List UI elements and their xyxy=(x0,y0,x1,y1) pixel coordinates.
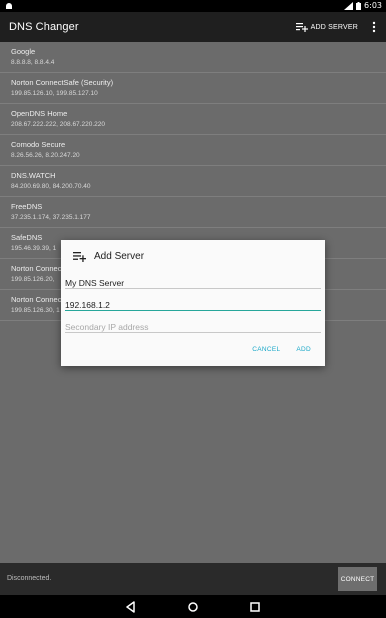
add-server-label: ADD SERVER xyxy=(310,23,358,31)
server-name: DNS.WATCH xyxy=(11,171,56,180)
signal-icon xyxy=(344,2,354,10)
home-icon[interactable] xyxy=(186,600,200,614)
battery-icon xyxy=(356,2,362,10)
server-name: SafeDNS xyxy=(11,233,43,242)
connection-bar: Disconnected. CONNECT xyxy=(0,563,386,595)
server-item-opendns-home[interactable]: OpenDNS Home 208.67.222.222, 208.67.220.… xyxy=(0,104,386,135)
field-underline-focused xyxy=(65,309,321,311)
dialog-actions: CANCEL ADD xyxy=(252,346,311,353)
server-ips: 84.200.69.80, 84.200.70.40 xyxy=(11,183,91,190)
field-underline xyxy=(65,288,321,289)
server-ips: 208.67.222.222, 208.67.220.220 xyxy=(11,121,105,128)
status-icons: 6:03 xyxy=(344,1,382,11)
status-time: 6:03 xyxy=(364,1,382,10)
secondary-ip-field xyxy=(65,317,321,334)
server-ips: 37.235.1.174, 37.235.1.177 xyxy=(11,214,91,221)
server-ips: 8.26.56.26, 8.20.247.20 xyxy=(11,152,80,159)
more-vert-icon[interactable] xyxy=(370,19,378,35)
server-name: Comodo Secure xyxy=(11,140,66,149)
playlist-add-icon xyxy=(73,252,86,262)
server-ips: 195.46.39.39, 1 xyxy=(11,245,57,252)
cancel-button[interactable]: CANCEL xyxy=(252,346,280,353)
connect-button[interactable]: CONNECT xyxy=(338,567,377,591)
android-icon xyxy=(6,3,12,9)
app-bar: DNS Changer ADD SERVER xyxy=(0,12,386,42)
server-name: Norton Connec xyxy=(11,264,62,273)
server-item-dns-watch[interactable]: DNS.WATCH 84.200.69.80, 84.200.70.40 xyxy=(0,166,386,197)
add-server-dialog: Add Server CANCEL ADD xyxy=(61,240,325,366)
server-name: Google xyxy=(11,47,36,56)
server-ips: 199.85.126.30, 1 xyxy=(11,307,60,314)
server-item-google[interactable]: Google 8.8.8.8, 8.8.4.4 xyxy=(0,42,386,73)
add-button[interactable]: ADD xyxy=(296,346,311,353)
add-server-button[interactable]: ADD SERVER xyxy=(295,19,358,35)
server-name: Norton ConnectSafe (Security) xyxy=(11,78,114,87)
server-ips: 199.85.126.10, 199.85.127.10 xyxy=(11,90,98,97)
playlist-add-icon xyxy=(295,23,308,32)
server-ips: 8.8.8.8, 8.8.4.4 xyxy=(11,59,55,66)
server-name-field xyxy=(65,273,321,290)
status-bar: 6:03 xyxy=(0,0,386,12)
dialog-title: Add Server xyxy=(94,251,145,262)
server-name: Norton Connec xyxy=(11,295,62,304)
server-item-comodo-secure[interactable]: Comodo Secure 8.26.56.26, 8.20.247.20 xyxy=(0,135,386,166)
dialog-header: Add Server xyxy=(73,251,144,262)
server-item-norton-security[interactable]: Norton ConnectSafe (Security) 199.85.126… xyxy=(0,73,386,104)
field-underline xyxy=(65,332,321,333)
recents-icon[interactable] xyxy=(248,600,262,614)
back-icon[interactable] xyxy=(124,600,138,614)
server-ips: 199.85.126.20, xyxy=(11,276,55,283)
server-item-freedns[interactable]: FreeDNS 37.235.1.174, 37.235.1.177 xyxy=(0,197,386,228)
navigation-bar xyxy=(0,595,386,618)
primary-ip-field xyxy=(65,295,321,312)
connection-status: Disconnected. xyxy=(7,575,52,582)
server-name: FreeDNS xyxy=(11,202,43,211)
app-title: DNS Changer xyxy=(9,21,79,33)
server-name: OpenDNS Home xyxy=(11,109,68,118)
